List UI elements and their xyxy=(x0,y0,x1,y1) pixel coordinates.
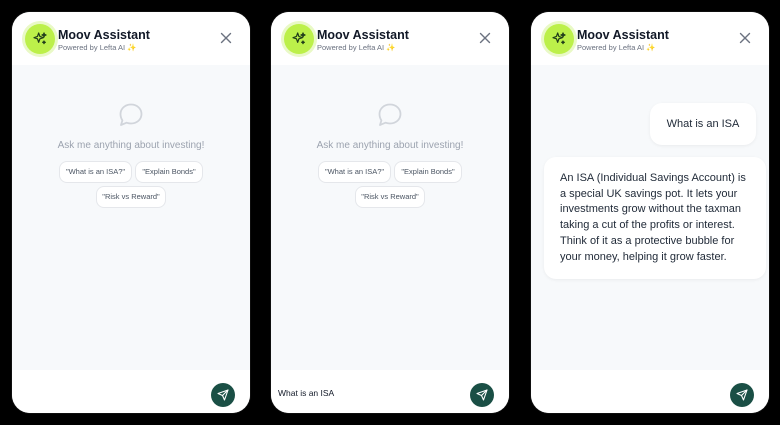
empty-state-prompt: Ask me anything about investing! xyxy=(316,140,464,151)
suggestion-chip-bonds[interactable]: "Explain Bonds" xyxy=(135,161,203,183)
message-input[interactable] xyxy=(538,386,718,400)
chat-panel-typing: Moov Assistant Powered by Lefta AI ✨ Ask… xyxy=(271,12,509,413)
chat-header: Moov Assistant Powered by Lefta AI ✨ xyxy=(271,12,509,65)
assistant-subtitle: Powered by Lefta AI ✨ xyxy=(58,43,137,52)
sparkles-icon xyxy=(552,32,566,45)
assistant-subtitle: Powered by Lefta AI ✨ xyxy=(577,43,656,52)
assistant-avatar xyxy=(284,24,314,54)
user-message-bubble: What is an ISA xyxy=(650,103,756,145)
send-icon xyxy=(476,389,488,401)
chat-bubble-icon xyxy=(119,103,143,126)
close-icon[interactable] xyxy=(739,32,751,44)
suggestion-chip-risk[interactable]: "Risk vs Reward" xyxy=(96,186,166,208)
chat-header: Moov Assistant Powered by Lefta AI ✨ xyxy=(12,12,250,65)
message-input[interactable] xyxy=(278,386,458,400)
send-icon xyxy=(736,389,748,401)
assistant-title: Moov Assistant xyxy=(58,28,150,42)
send-button[interactable] xyxy=(730,383,754,407)
suggestion-chip-risk[interactable]: "Risk vs Reward" xyxy=(355,186,425,208)
close-icon[interactable] xyxy=(220,32,232,44)
chat-panel-empty: Moov Assistant Powered by Lefta AI ✨ Ask… xyxy=(12,12,250,413)
send-button[interactable] xyxy=(470,383,494,407)
chat-bubble-icon xyxy=(378,103,402,126)
suggestion-chip-bonds[interactable]: "Explain Bonds" xyxy=(394,161,462,183)
empty-state-prompt: Ask me anything about investing! xyxy=(57,140,205,151)
send-icon xyxy=(217,389,229,401)
suggestion-chip-isa[interactable]: "What is an ISA?" xyxy=(318,161,391,183)
message-input[interactable] xyxy=(19,386,199,400)
assistant-avatar xyxy=(544,24,574,54)
suggestion-chip-isa[interactable]: "What is an ISA?" xyxy=(59,161,132,183)
close-icon[interactable] xyxy=(479,32,491,44)
chat-panel-conversation: Moov Assistant Powered by Lefta AI ✨ Wha… xyxy=(531,12,769,413)
assistant-subtitle: Powered by Lefta AI ✨ xyxy=(317,43,396,52)
chat-header: Moov Assistant Powered by Lefta AI ✨ xyxy=(531,12,769,65)
sparkles-icon xyxy=(33,32,47,45)
assistant-message-bubble: An ISA (Individual Savings Account) is a… xyxy=(544,157,766,280)
assistant-title: Moov Assistant xyxy=(317,28,409,42)
assistant-avatar xyxy=(25,24,55,54)
assistant-title: Moov Assistant xyxy=(577,28,669,42)
sparkles-icon xyxy=(292,32,306,45)
send-button[interactable] xyxy=(211,383,235,407)
